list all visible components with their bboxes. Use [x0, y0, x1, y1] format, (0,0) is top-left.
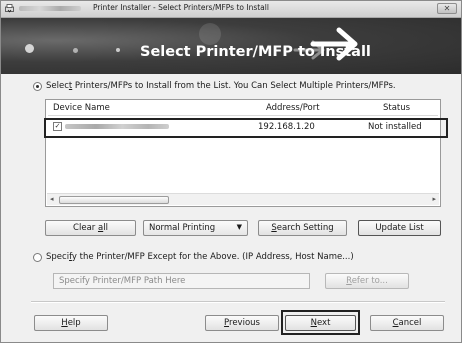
column-header-device-name[interactable]: Device Name: [53, 103, 110, 113]
next-button-highlight: [281, 310, 360, 335]
printer-path-input[interactable]: Specify Printer/MFP Path Here: [53, 273, 310, 289]
label-part: ll: [103, 223, 108, 233]
update-list-button[interactable]: Update List: [358, 220, 441, 236]
banner-dot: [73, 48, 78, 53]
printer-installer-icon: [5, 4, 14, 13]
specify-printer-label[interactable]: Specify the Printer/MFP Except for the A…: [46, 252, 354, 262]
cancel-button[interactable]: Cancel: [370, 315, 444, 331]
horizontal-scrollbar[interactable]: ◂ ▸: [47, 193, 439, 205]
banner-dot: [199, 23, 221, 45]
device-list[interactable]: Device Name Address/Port Status ✓ 192.16…: [45, 99, 441, 207]
printing-mode-value: Normal Printing: [149, 223, 216, 233]
label-part: earch Setting: [276, 223, 334, 233]
header-banner: Select Printer/MFP to Install: [1, 18, 461, 74]
scroll-left-icon[interactable]: ◂: [50, 195, 54, 203]
column-header-address-port[interactable]: Address/Port: [266, 103, 320, 113]
label-part: Printers/MFPs to Install from the List. …: [72, 81, 396, 91]
clear-all-button[interactable]: Clear all: [45, 220, 136, 236]
search-setting-button[interactable]: Search Setting: [258, 220, 347, 236]
select-from-list-label[interactable]: Select Printers/MFPs to Install from the…: [46, 81, 396, 91]
label-part: ancel: [398, 318, 422, 328]
refer-to-button[interactable]: Refer to...: [325, 273, 409, 289]
label-part: Clear: [73, 223, 98, 233]
label-part: Update List: [375, 223, 424, 233]
close-button[interactable]: ✕: [437, 3, 457, 14]
previous-button[interactable]: Previous: [205, 315, 279, 331]
window-title: Printer Installer - Select Printers/MFPs…: [93, 3, 269, 12]
device-row-highlight: [44, 118, 448, 138]
banner-dot: [116, 48, 120, 52]
redacted-product-name: [19, 6, 81, 11]
column-header-status[interactable]: Status: [383, 103, 410, 113]
label-part: Selec: [46, 81, 69, 91]
scrollbar-thumb[interactable]: [59, 196, 169, 204]
specify-printer-radio[interactable]: [33, 253, 42, 262]
chevron-down-icon: ▼: [236, 223, 242, 231]
label-part: revious: [229, 318, 260, 328]
label-part: y the Printer/MFP Except for the Above. …: [71, 252, 354, 262]
label-part: efer to...: [351, 276, 388, 286]
title-bar: Printer Installer - Select Printers/MFPs…: [1, 1, 461, 18]
label-part: Speci: [46, 252, 70, 262]
scroll-right-icon[interactable]: ▸: [432, 195, 436, 203]
help-button[interactable]: Help: [34, 315, 108, 331]
installer-window: Printer Installer - Select Printers/MFPs…: [0, 0, 462, 343]
header-divider: [48, 115, 438, 116]
footer-separator: [31, 301, 445, 303]
banner-title: Select Printer/MFP to Install: [140, 44, 371, 60]
close-icon: ✕: [443, 4, 451, 13]
printing-mode-select[interactable]: Normal Printing ▼: [143, 220, 248, 236]
label-part: elp: [67, 318, 81, 328]
select-from-list-radio[interactable]: [33, 82, 42, 91]
banner-dot: [25, 44, 34, 53]
